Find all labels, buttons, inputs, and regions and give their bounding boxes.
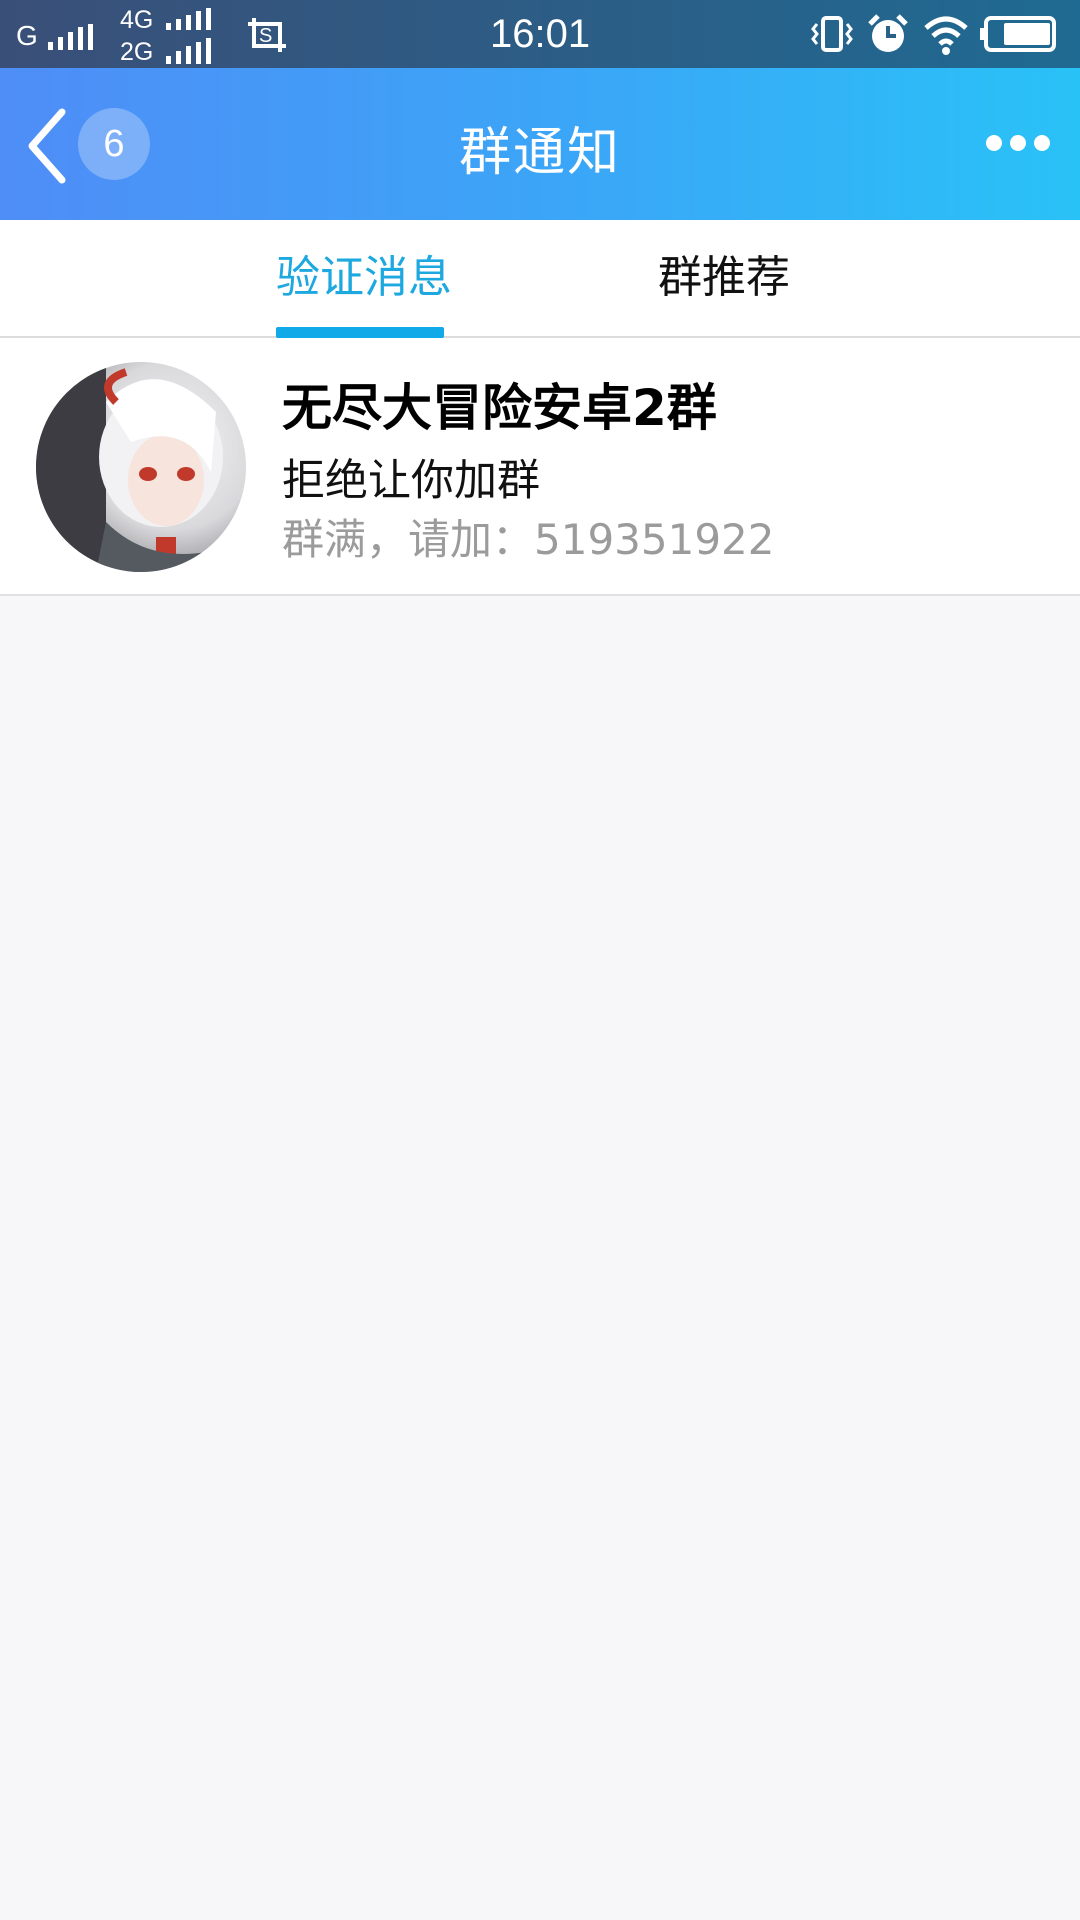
carrier-label: G xyxy=(16,20,38,51)
screenshot-icon: S xyxy=(248,18,286,52)
more-dots-icon[interactable] xyxy=(986,128,1056,158)
tab-bar: 验证消息 群推荐 xyxy=(0,220,1080,338)
svg-text:S: S xyxy=(259,25,272,47)
network-type-top: 4G xyxy=(120,6,154,34)
group-name: 无尽大冒险安卓2群 xyxy=(282,379,717,437)
tab-verify-messages[interactable]: 验证消息 xyxy=(276,250,452,306)
vibrate-icon xyxy=(811,16,853,52)
status-bar: G 4G 2G S 16:01 xyxy=(0,0,1080,68)
wifi-icon xyxy=(924,16,968,55)
avatar-image xyxy=(36,362,246,572)
title-bar: 6 群通知 xyxy=(0,68,1080,220)
request-status: 拒绝让你加群 xyxy=(282,456,540,506)
request-note: 群满，请加：519351922 xyxy=(282,515,775,564)
clock: 16:01 xyxy=(490,12,591,56)
group-avatar[interactable] xyxy=(36,362,246,572)
signal-icon xyxy=(166,8,211,30)
notification-item[interactable]: 无尽大冒险安卓2群 拒绝让你加群 群满，请加：519351922 xyxy=(0,338,1080,596)
signal-icon xyxy=(48,24,93,50)
battery-icon xyxy=(980,16,1056,52)
active-tab-indicator xyxy=(276,327,444,338)
page-title: 群通知 xyxy=(458,123,621,183)
tab-group-recommend[interactable]: 群推荐 xyxy=(658,250,790,306)
signal-icon xyxy=(166,38,211,64)
alarm-icon xyxy=(868,14,908,52)
network-type-bottom: 2G xyxy=(120,38,154,66)
